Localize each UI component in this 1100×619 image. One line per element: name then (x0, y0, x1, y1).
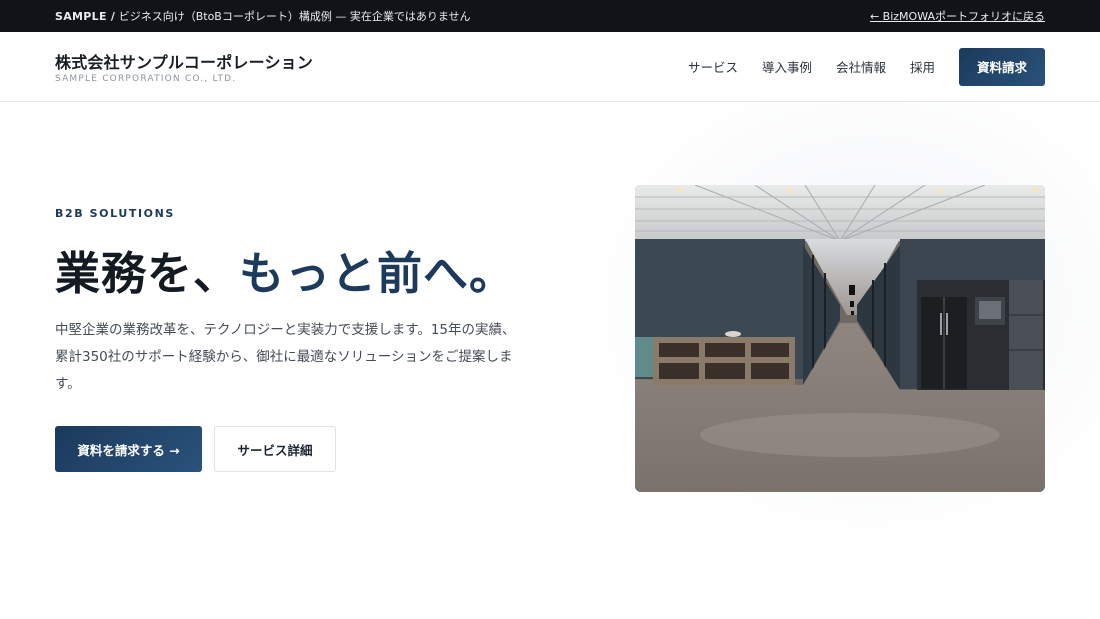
company-logo[interactable]: 株式会社サンプルコーポレーション SAMPLE CORPORATION CO.,… (55, 49, 313, 84)
company-name-en: SAMPLE CORPORATION CO., LTD. (55, 74, 237, 84)
office-photo (635, 185, 1045, 492)
portfolio-back-link[interactable]: ← BizMOWAポートフォリオに戻る (870, 8, 1045, 24)
request-docs-primary-button[interactable]: 資料を請求する → (55, 426, 202, 472)
notice-text: SAMPLE / ビジネス向け（BtoBコーポレート）構成例 — 実在企業ではあ… (55, 8, 471, 24)
nav-item-recruit[interactable]: 採用 (910, 57, 935, 76)
hero-eyebrow: B2B SOLUTIONS (55, 207, 175, 220)
hero-lead: 中堅企業の業務改革を、テクノロジーと実装力で支援します。15年の実績、累計350… (55, 322, 516, 392)
headline-part-b: もっと前へ。 (239, 247, 516, 300)
nav-item-case-studies[interactable]: 導入事例 (762, 57, 812, 76)
company-name: 株式会社サンプルコーポレーション (55, 53, 314, 72)
nav-item-services[interactable]: サービス (688, 57, 738, 76)
main-nav: サービス 導入事例 会社情報 採用 資料請求 (664, 47, 1045, 86)
hero-section: B2B SOLUTIONS 業務を、もっと前へ。 中堅企業の業務改革を、テクノロ… (0, 103, 1100, 619)
request-docs-button[interactable]: 資料請求 (959, 47, 1045, 86)
top-notice-bar: SAMPLE / ビジネス向け（BtoBコーポレート）構成例 — 実在企業ではあ… (0, 0, 1100, 32)
notice-message: ビジネス向け（BtoBコーポレート）構成例 — 実在企業ではありません (118, 10, 471, 23)
site-header: 株式会社サンプルコーポレーション SAMPLE CORPORATION CO.,… (0, 32, 1100, 102)
sample-tag: SAMPLE / (55, 10, 116, 23)
headline-part-a: 業務を、 (55, 247, 240, 300)
service-details-button[interactable]: サービス詳細 (214, 426, 336, 472)
nav-item-company[interactable]: 会社情報 (836, 57, 886, 76)
hero-headline: 業務を、もっと前へ。 (55, 237, 515, 302)
